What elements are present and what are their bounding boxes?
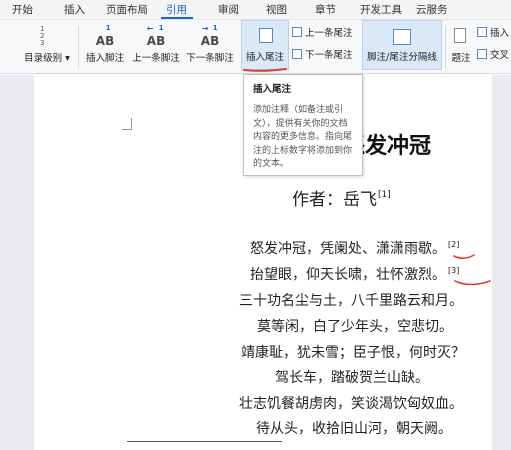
tooltip-title: 插入尾注 bbox=[253, 84, 292, 95]
tooltip-body: 添加注释（如备注或引文），提供有关你的文档内容的更多信息。指向尾注的上标数字将添… bbox=[253, 105, 353, 169]
separator-label: 脚注/尾注分隔线 bbox=[367, 52, 437, 63]
insert-table-of-figures-button[interactable]: 插入 bbox=[477, 26, 509, 42]
next-endnote-label: 下一条尾注 bbox=[305, 50, 353, 61]
author-text: 作者：岳飞 bbox=[292, 190, 377, 210]
poem-line-text: 靖康耻，犹未雪；臣子恨，何时灭？ bbox=[241, 345, 465, 361]
tab-chapter[interactable]: 章节 bbox=[315, 0, 336, 20]
endnote-ref[interactable]: [3] bbox=[448, 266, 459, 275]
insert-endnote-button[interactable]: 插入尾注 bbox=[241, 20, 289, 70]
poem-line-text: 莫等闲，白了少年头，空悲切。 bbox=[257, 319, 453, 335]
insert-footnote-icon: AB 1 bbox=[95, 24, 115, 48]
ribbon-separator bbox=[445, 26, 446, 68]
document-author: 作者：岳飞[1] bbox=[292, 185, 391, 210]
insert-footnote-button[interactable]: AB 1 插入脚注 bbox=[82, 20, 128, 70]
insert-footnote-label: 插入脚注 bbox=[85, 53, 124, 64]
toc-level-icon: 123 bbox=[40, 25, 45, 47]
page-corner-mark bbox=[122, 118, 132, 130]
insert-endnote-icon bbox=[259, 28, 273, 43]
insert-right-label: 插入 bbox=[490, 28, 510, 39]
tab-developer[interactable]: 开发工具 bbox=[360, 0, 402, 20]
caption-icon bbox=[454, 28, 466, 43]
poem-line-text: 抬望眼，仰天长啸，壮怀激烈。 bbox=[250, 267, 446, 283]
tab-page-layout[interactable]: 页面布局 bbox=[106, 0, 148, 20]
cross-reference-button[interactable]: 交叉 bbox=[477, 48, 509, 64]
next-footnote-button[interactable]: AB → 1 下一条脚注 bbox=[184, 20, 236, 70]
footnote-separator-line bbox=[127, 441, 282, 442]
previous-footnote-icon: AB ← 1 bbox=[146, 24, 166, 48]
toc-level-label: 目录级别 ▾ bbox=[24, 53, 70, 64]
ribbon-toolbar: 123 目录级别 ▾ AB 1 插入脚注 AB ← 1 上一条脚注 AB → 1 下一条脚… bbox=[0, 20, 511, 74]
poem-line-text: 驾长车，踏破贺兰山缺。 bbox=[275, 370, 429, 386]
ribbon-tab-bar: 开始 插入 页面布局 引用 审阅 视图 章节 开发工具 云服务 bbox=[0, 0, 511, 20]
cross-reference-label: 交叉 bbox=[490, 50, 510, 61]
endnote-ref[interactable]: [2] bbox=[448, 240, 459, 249]
caption-button[interactable]: 题注 bbox=[449, 20, 473, 70]
next-endnote-button[interactable]: 下一条尾注 bbox=[292, 48, 353, 64]
footnote-endnote-separator-button[interactable]: 脚注/尾注分隔线 bbox=[362, 20, 442, 70]
previous-footnote-label: 上一条脚注 bbox=[132, 53, 180, 64]
poem-line: 怒发冲冠，凭阑处、潇潇雨歇。 [2] bbox=[250, 238, 459, 258]
poem-line-text: 怒发冲冠，凭阑处、潇潇雨歇。 bbox=[250, 241, 446, 257]
poem-line: 莫等闲，白了少年头，空悲切。 bbox=[257, 316, 453, 336]
tab-review[interactable]: 审阅 bbox=[218, 0, 239, 20]
next-footnote-icon: AB → 1 bbox=[200, 24, 220, 48]
poem-line: 壮志饥餐胡虏肉，笑谈渴饮匈奴血。 bbox=[239, 393, 463, 413]
tab-cloud-service[interactable]: 云服务 bbox=[416, 0, 448, 20]
previous-footnote-button[interactable]: AB ← 1 上一条脚注 bbox=[130, 20, 182, 70]
tab-insert[interactable]: 插入 bbox=[64, 0, 85, 20]
previous-endnote-button[interactable]: 上一条尾注 bbox=[292, 26, 353, 42]
previous-endnote-label: 上一条尾注 bbox=[305, 28, 353, 39]
next-endnote-icon bbox=[292, 49, 302, 59]
poem-line: 抬望眼，仰天长啸，壮怀激烈。 [3] bbox=[250, 264, 459, 284]
next-footnote-label: 下一条脚注 bbox=[186, 53, 234, 64]
previous-endnote-icon bbox=[292, 27, 302, 37]
document-right-margin bbox=[492, 75, 511, 450]
document-left-margin bbox=[0, 75, 34, 450]
poem-line: 靖康耻，犹未雪；臣子恨，何时灭？ bbox=[241, 342, 465, 362]
poem-line: 待从头，收拾旧山河，朝天阙。 bbox=[256, 418, 452, 438]
toc-level-button[interactable]: 123 目录级别 ▾ bbox=[18, 20, 76, 70]
poem-line: 驾长车，踏破贺兰山缺。 bbox=[275, 367, 429, 387]
tab-start[interactable]: 开始 bbox=[12, 0, 33, 20]
insert-icon bbox=[477, 27, 487, 37]
poem-line-text: 壮志饥餐胡虏肉，笑谈渴饮匈奴血。 bbox=[239, 396, 463, 412]
active-tab-indicator bbox=[161, 17, 193, 19]
insert-endnote-tooltip: 插入尾注 添加注释（如备注或引文），提供有关你的文档内容的更多信息。指向尾注的上… bbox=[243, 74, 363, 176]
caption-label: 题注 bbox=[451, 53, 471, 64]
tab-view[interactable]: 视图 bbox=[266, 0, 287, 20]
separator-line-icon bbox=[393, 29, 411, 45]
poem-line-text: 三十功名尘与土，八千里路云和月。 bbox=[239, 293, 463, 309]
poem-line-text: 待从头，收拾旧山河，朝天阙。 bbox=[256, 421, 452, 437]
poem-line: 三十功名尘与土，八千里路云和月。 bbox=[239, 290, 463, 310]
author-endnote-ref[interactable]: [1] bbox=[378, 190, 391, 200]
insert-endnote-label: 插入尾注 bbox=[245, 52, 284, 63]
ribbon-separator bbox=[78, 26, 79, 68]
cross-reference-icon bbox=[477, 49, 487, 59]
